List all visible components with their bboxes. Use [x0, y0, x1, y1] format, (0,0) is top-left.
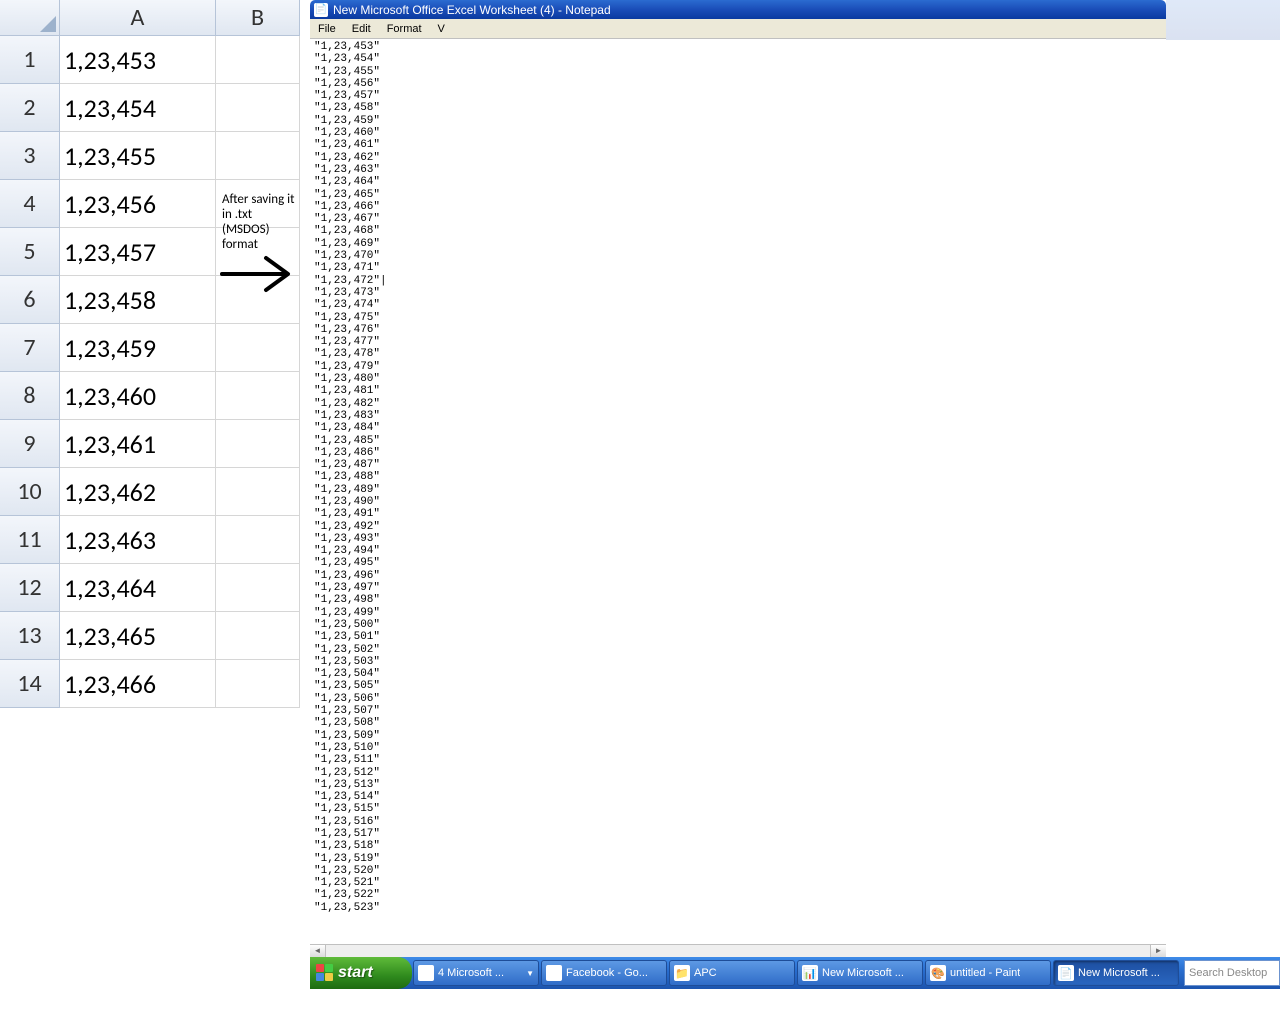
taskbar-item-label: APC — [694, 967, 717, 979]
excel-cell[interactable] — [216, 276, 300, 324]
excel-cell[interactable] — [216, 36, 300, 84]
excel-cell[interactable]: 1,23,458 — [60, 276, 216, 324]
search-desktop-input[interactable]: Search Desktop — [1184, 960, 1280, 986]
taskbar-item-icon: 📁 — [674, 965, 690, 981]
excel-cell[interactable] — [216, 660, 300, 708]
start-button[interactable]: start — [310, 957, 412, 989]
taskbar-item-label: New Microsoft ... — [1078, 967, 1160, 979]
taskbar-item-label: untitled - Paint — [950, 967, 1020, 979]
notepad-menu-format[interactable]: Format — [379, 21, 430, 37]
taskbar-item-icon: ◎ — [546, 965, 562, 981]
taskbar-item-label: Facebook - Go... — [566, 967, 648, 979]
excel-row-header[interactable]: 8 — [0, 372, 60, 420]
excel-row-header[interactable]: 9 — [0, 420, 60, 468]
excel-cell[interactable]: 1,23,455 — [60, 132, 216, 180]
excel-row-header[interactable]: 7 — [0, 324, 60, 372]
notepad-titlebar[interactable]: 📄 New Microsoft Office Excel Worksheet (… — [310, 0, 1166, 19]
notepad-text-area[interactable]: "1,23,453" "1,23,454" "1,23,455" "1,23,4… — [310, 39, 1166, 944]
taskbar-item[interactable]: 🗔 4 Microsoft ... ▼ — [413, 960, 539, 986]
notepad-app-icon: 📄 — [314, 3, 328, 17]
excel-row: 71,23,459 — [0, 324, 300, 372]
taskbar: start 🗔 4 Microsoft ... ▼ ◎ Facebook - Go...… — [310, 957, 1280, 989]
taskbar-item[interactable]: 📁 APC — [669, 960, 795, 986]
excel-row-header[interactable]: 5 — [0, 228, 60, 276]
excel-cell[interactable]: 1,23,454 — [60, 84, 216, 132]
excel-cell[interactable]: 1,23,462 — [60, 468, 216, 516]
notepad-menubar: File Edit Format V — [310, 19, 1166, 39]
excel-col-header-a[interactable]: A — [60, 0, 216, 36]
search-placeholder: Search Desktop — [1189, 967, 1267, 979]
windows-logo-icon — [316, 964, 334, 982]
excel-cell[interactable]: 1,23,463 — [60, 516, 216, 564]
taskbar-item[interactable]: 📊 New Microsoft ... — [797, 960, 923, 986]
excel-row: 131,23,465 — [0, 612, 300, 660]
excel-row: 91,23,461 — [0, 420, 300, 468]
excel-cell[interactable] — [216, 420, 300, 468]
excel-row-header[interactable]: 13 — [0, 612, 60, 660]
excel-row: 61,23,458 — [0, 276, 300, 324]
excel-row: 101,23,462 — [0, 468, 300, 516]
taskbar-item[interactable]: ◎ Facebook - Go... — [541, 960, 667, 986]
excel-cell[interactable] — [216, 324, 300, 372]
annotation-text: After saving it in .txt (MSDOS) format — [222, 192, 300, 252]
excel-row-header[interactable]: 14 — [0, 660, 60, 708]
chevron-down-icon: ▼ — [526, 969, 534, 978]
notepad-menu-file[interactable]: File — [310, 21, 344, 37]
excel-cell[interactable] — [216, 564, 300, 612]
taskbar-item[interactable]: 🎨 untitled - Paint — [925, 960, 1051, 986]
excel-row-header[interactable]: 6 — [0, 276, 60, 324]
start-label: start — [338, 964, 373, 982]
notepad-window: 📄 New Microsoft Office Excel Worksheet (… — [310, 0, 1166, 957]
excel-col-header-b[interactable]: B — [216, 0, 300, 36]
taskbar-item-icon: 🎨 — [930, 965, 946, 981]
excel-row-header[interactable]: 11 — [0, 516, 60, 564]
excel-row-header[interactable]: 4 — [0, 180, 60, 228]
taskbar-item-icon: 📄 — [1058, 965, 1074, 981]
excel-row: 31,23,455 — [0, 132, 300, 180]
excel-select-all-corner[interactable] — [0, 0, 60, 36]
taskbar-item-icon: 🗔 — [418, 965, 434, 981]
notepad-title: New Microsoft Office Excel Worksheet (4)… — [333, 3, 611, 17]
excel-row-header[interactable]: 12 — [0, 564, 60, 612]
excel-cell[interactable]: 1,23,460 — [60, 372, 216, 420]
excel-row-header[interactable]: 3 — [0, 132, 60, 180]
excel-cell[interactable] — [216, 468, 300, 516]
excel-cell[interactable]: 1,23,453 — [60, 36, 216, 84]
excel-cell[interactable]: 1,23,466 — [60, 660, 216, 708]
excel-cell[interactable]: 1,23,459 — [60, 324, 216, 372]
taskbar-item-label: New Microsoft ... — [822, 967, 904, 979]
excel-cell[interactable]: 1,23,464 — [60, 564, 216, 612]
excel-row: 81,23,460 — [0, 372, 300, 420]
excel-row: 121,23,464 — [0, 564, 300, 612]
excel-cell[interactable] — [216, 372, 300, 420]
excel-cell[interactable] — [216, 132, 300, 180]
notepad-menu-view[interactable]: V — [430, 21, 453, 37]
excel-row: 111,23,463 — [0, 516, 300, 564]
excel-row: 21,23,454 — [0, 84, 300, 132]
excel-cell[interactable] — [216, 612, 300, 660]
excel-row-header[interactable]: 2 — [0, 84, 60, 132]
background-window-edge — [1166, 0, 1280, 40]
taskbar-item-label: 4 Microsoft ... — [438, 967, 504, 979]
notepad-h-scrollbar[interactable] — [310, 944, 1166, 957]
excel-cell[interactable]: 1,23,457 — [60, 228, 216, 276]
excel-grid: A B 11,23,45321,23,45431,23,45541,23,456… — [0, 0, 300, 710]
excel-cell[interactable] — [216, 516, 300, 564]
excel-row-header[interactable]: 1 — [0, 36, 60, 84]
excel-cell[interactable]: 1,23,465 — [60, 612, 216, 660]
excel-row: 11,23,453 — [0, 36, 300, 84]
excel-cell[interactable]: 1,23,456 — [60, 180, 216, 228]
taskbar-item-icon: 📊 — [802, 965, 818, 981]
taskbar-item[interactable]: 📄 New Microsoft ... — [1053, 960, 1179, 986]
excel-cell[interactable]: 1,23,461 — [60, 420, 216, 468]
notepad-menu-edit[interactable]: Edit — [344, 21, 379, 37]
excel-row-header[interactable]: 10 — [0, 468, 60, 516]
excel-row: 141,23,466 — [0, 660, 300, 708]
excel-cell[interactable] — [216, 84, 300, 132]
